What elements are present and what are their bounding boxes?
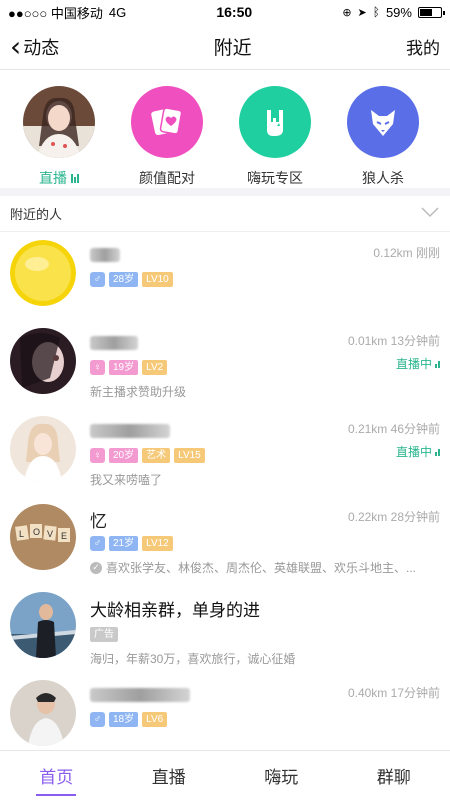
distance-time: 0.40km 17分钟前 (347, 686, 440, 700)
distance-time: 0.21km 46分钟前 (347, 422, 440, 436)
rock-hand-icon (239, 86, 311, 158)
male-icon: ♂ (90, 536, 105, 551)
chevron-down-icon[interactable] (420, 206, 440, 221)
level-tag: LV15 (174, 448, 205, 463)
age-tag: 21岁 (109, 536, 139, 551)
avatar (10, 416, 76, 482)
battery-icon (417, 6, 445, 18)
clock: 16:50 (216, 4, 253, 20)
feature-werewolf-label: 狼人杀 (362, 170, 404, 186)
age-tag: 28岁 (109, 272, 139, 287)
back-label: 动态 (23, 37, 60, 58)
cards-heart-icon (131, 86, 203, 158)
tab-group-chat-label: 群聊 (376, 768, 411, 787)
page-title: 附近 (213, 38, 252, 59)
ad-description: 海归，年薪30万，喜欢旅行，诚心征婚 (90, 652, 296, 666)
svg-text:V: V (47, 529, 53, 539)
level-tag: LV10 (142, 272, 173, 287)
list-item[interactable]: ♀ 20岁 艺术 LV15 我又来唠嗑了 0.21km 46分钟前 直播中 (0, 408, 450, 496)
feature-fun-zone-label: 嗨玩专区 (247, 170, 303, 186)
feature-werewolf[interactable]: 狼人杀 (334, 86, 432, 188)
avatar (10, 328, 76, 394)
section-title: 附近的人 (10, 207, 63, 222)
live-status-text: 直播中 (395, 445, 432, 459)
tab-bar: 首页 直播 嗨玩 群聊 (0, 750, 450, 800)
my-button[interactable]: 我的 (406, 34, 440, 59)
male-icon: ♂ (90, 712, 105, 727)
list-item[interactable]: ♂ 28岁 LV10 0.12km 刚刚 (0, 232, 450, 320)
live-status-text: 直播中 (395, 357, 432, 371)
signal-bars-icon (435, 447, 440, 456)
male-icon: ♂ (90, 272, 105, 287)
signal-bars-icon (71, 173, 79, 183)
svg-text:E: E (61, 531, 67, 541)
list-item[interactable]: ♂ 18岁 LV6 0.40km 17分钟前 (0, 672, 450, 758)
feature-fun-zone[interactable]: 嗨玩专区 (226, 86, 324, 188)
chevron-left-icon: ‹ (10, 29, 22, 63)
tab-fun[interactable]: 嗨玩 (225, 751, 338, 800)
interests: ✓ 喜欢张学友、林俊杰、周杰伦、英雄联盟、欢乐斗地主、... (90, 559, 440, 576)
distance-time: 0.12km 刚刚 (373, 246, 440, 260)
feature-face-match-label: 颜值配对 (139, 170, 195, 186)
female-icon: ♀ (90, 360, 105, 375)
nearby-people-header[interactable]: 附近的人 (0, 196, 450, 232)
list-item[interactable]: ♀ 19岁 LV2 新主播求赞助升级 0.01km 13分钟前 直播中 (0, 320, 450, 408)
ad-item[interactable]: 大龄相亲群，单身的进 广告 海归，年薪30万，喜欢旅行，诚心征婚 (0, 584, 450, 672)
avatar (10, 240, 76, 306)
feature-live-label: 直播 (39, 168, 79, 188)
distance-time: 0.22km 28分钟前 (347, 510, 440, 524)
ad-badge: 广告 (90, 627, 118, 642)
back-button[interactable]: ‹ 动态 (10, 29, 60, 63)
status-bar: ●●○○○ 中国移动 4G 16:50 ⊕ ➤ ᛒ 59% (0, 0, 450, 24)
nav-bar: ‹ 动态 附近 我的 (0, 24, 450, 70)
tab-fun-label: 嗨玩 (264, 768, 299, 787)
live-avatar (23, 86, 95, 158)
feature-face-match[interactable]: 颜值配对 (118, 86, 216, 188)
art-tag: 艺术 (142, 448, 171, 463)
battery-percent: 59% (385, 4, 412, 20)
wolf-icon (347, 86, 419, 158)
signal-bars-icon (435, 359, 440, 368)
level-tag: LV2 (142, 360, 168, 375)
distance-time: 0.01km 13分钟前 (347, 334, 440, 348)
age-tag: 18岁 (109, 712, 139, 727)
avatar (10, 592, 76, 658)
feature-live-text: 直播 (39, 170, 67, 186)
avatar (10, 680, 76, 746)
lock-rotation-icon: ⊕ (342, 6, 352, 19)
tab-live-label: 直播 (151, 768, 186, 787)
ad-title: 大龄相亲群，单身的进 (90, 601, 260, 620)
svg-text:L: L (19, 529, 24, 539)
network-label: 4G (108, 4, 127, 20)
check-icon: ✓ (90, 561, 102, 574)
feature-live[interactable]: 直播 (10, 86, 108, 188)
people-list: ♂ 28岁 LV10 0.12km 刚刚 ♀ 19岁 LV2 新主播求赞助升级 (0, 232, 450, 758)
tab-home[interactable]: 首页 (0, 751, 113, 800)
carrier-label: ●●○○○ 中国移动 (8, 5, 103, 21)
female-icon: ♀ (90, 448, 105, 463)
feature-row: 直播 颜值配对 嗨玩专区 狼人杀 (0, 70, 450, 196)
signature: 新主播求赞助升级 (90, 385, 187, 399)
live-status: 直播中 (348, 355, 440, 372)
age-tag: 20岁 (109, 448, 139, 463)
age-tag: 19岁 (109, 360, 139, 375)
location-icon: ➤ (357, 6, 367, 19)
avatar: L O V E (10, 504, 76, 570)
level-tag: LV12 (142, 536, 173, 551)
level-tag: LV6 (142, 712, 168, 727)
tab-live[interactable]: 直播 (113, 751, 226, 800)
active-tab-indicator (36, 794, 77, 796)
svg-text:O: O (33, 527, 40, 537)
tab-home-label: 首页 (39, 768, 74, 787)
list-item[interactable]: L O V E 忆 ♂ 21岁 LV12 ✓ 喜欢张学友、林俊杰、周杰伦、英雄联… (0, 496, 450, 584)
signature: 我又来唠嗑了 (90, 473, 163, 487)
live-status: 直播中 (348, 443, 440, 460)
tab-group-chat[interactable]: 群聊 (338, 751, 450, 800)
interests-text: 喜欢张学友、林俊杰、周杰伦、英雄联盟、欢乐斗地主、... (106, 561, 417, 575)
bluetooth-icon: ᛒ (372, 5, 380, 19)
